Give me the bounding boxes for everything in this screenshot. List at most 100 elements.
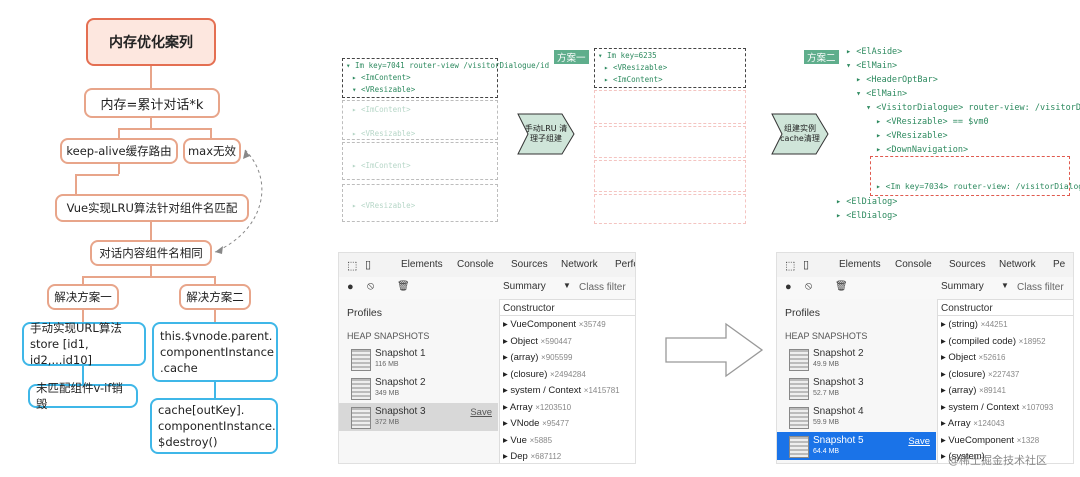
connector bbox=[150, 118, 152, 128]
clear-icon[interactable]: ⦸ bbox=[805, 280, 812, 293]
constructor-row[interactable]: ▸ (closure) ×227437 bbox=[941, 369, 1019, 380]
snapshot-name: Snapshot 3 bbox=[813, 377, 864, 388]
profiles-sidebar: Profiles HEAP SNAPSHOTS Snapshot 1 116 MB… bbox=[339, 299, 500, 463]
connector bbox=[150, 66, 152, 88]
tab-network[interactable]: Network bbox=[561, 259, 598, 270]
constructor-count: ×687112 bbox=[530, 452, 562, 461]
tab-console[interactable]: Console bbox=[895, 259, 932, 270]
snapshot-size: 372 MB bbox=[375, 419, 400, 426]
scheme2-node: 解决方案二 bbox=[179, 284, 251, 310]
profiles-heading: Profiles bbox=[785, 307, 821, 319]
constructor-name: ▸ (closure) bbox=[941, 368, 988, 380]
tab-console[interactable]: Console bbox=[457, 259, 494, 270]
constructor-count: ×95477 bbox=[542, 419, 570, 428]
scheme1-vif: 未匹配组件v-if销毁 bbox=[28, 381, 138, 411]
connector bbox=[118, 128, 212, 130]
record-icon[interactable]: ● bbox=[347, 281, 354, 293]
snapshot-icon bbox=[351, 349, 371, 371]
tab-sources[interactable]: Sources bbox=[949, 259, 986, 270]
tab-performance[interactable]: Pe bbox=[1053, 259, 1065, 270]
watermark: @稀土掘金技术社区 bbox=[948, 454, 1047, 467]
connector bbox=[150, 266, 152, 276]
snapshot-item[interactable]: Snapshot 2 49.9 MB bbox=[777, 345, 936, 373]
inspect-icon[interactable]: ⬚ bbox=[347, 259, 357, 272]
connector bbox=[214, 382, 216, 398]
constructor-name: ▸ VNode bbox=[503, 418, 543, 429]
constructor-row[interactable]: ▸ (array) ×89141 bbox=[941, 385, 1006, 396]
snapshot-item[interactable]: Snapshot 2 349 MB bbox=[339, 374, 498, 402]
snapshot-item[interactable]: Snapshot 3 52.7 MB bbox=[777, 374, 936, 402]
tree-line: ▸ <HeaderOptBar> bbox=[856, 75, 938, 85]
clear-icon[interactable]: ⦸ bbox=[367, 280, 374, 293]
summary-select[interactable]: Summary bbox=[941, 281, 984, 292]
constructor-row[interactable]: ▸ Vue ×5885 bbox=[503, 435, 552, 446]
save-link[interactable]: Save bbox=[470, 407, 492, 418]
constructor-row[interactable]: ▸ VueComponent ×1328 bbox=[941, 435, 1039, 446]
devtools-toolbar: ● ⦸ 🗑 Summary ▼ Class filter bbox=[777, 277, 1073, 300]
tree-line: ▸ <ImContent> bbox=[352, 73, 411, 82]
snapshot-item-selected[interactable]: Snapshot 5 64.4 MB Save bbox=[777, 432, 936, 460]
trash-icon[interactable]: 🗑 bbox=[835, 281, 848, 292]
constructor-count: ×44251 bbox=[980, 320, 1008, 329]
tree-line: ▸ <VResizable> == $vm0 bbox=[876, 117, 989, 127]
snapshot-icon bbox=[351, 407, 371, 429]
tree-line: ▾ Im key=7041 router-view /visitorDialog… bbox=[346, 61, 550, 70]
constructor-name: ▸ (array) bbox=[503, 352, 542, 363]
constructor-row[interactable]: ▸ Array ×1203510 bbox=[503, 402, 571, 413]
constructor-count: ×1203510 bbox=[535, 402, 572, 412]
scheme-two-label: 方案二 bbox=[804, 50, 839, 64]
class-filter-input[interactable]: Class filter bbox=[1017, 282, 1064, 293]
record-icon[interactable]: ● bbox=[785, 281, 792, 293]
snapshot-size: 116 MB bbox=[375, 361, 399, 368]
trash-icon[interactable]: 🗑 bbox=[397, 281, 410, 292]
devtools-after: ⬚ ▯ Elements Console Sources Network Pe … bbox=[776, 252, 1074, 464]
device-icon[interactable]: ▯ bbox=[365, 258, 371, 271]
tab-network[interactable]: Network bbox=[999, 259, 1036, 270]
constructor-row[interactable]: ▸ (closure) ×2494284 bbox=[503, 369, 586, 380]
constructor-row[interactable]: ▸ Object ×52616 bbox=[941, 352, 1005, 363]
constructor-row[interactable]: ▸ Array ×124043 bbox=[941, 418, 1005, 429]
constructor-row[interactable]: ▸ system / Context ×1415781 bbox=[503, 385, 620, 396]
constructor-count: ×2494284 bbox=[550, 369, 586, 379]
constructor-row[interactable]: ▸ Object ×590447 bbox=[503, 336, 572, 347]
constructor-name: ▸ system / Context bbox=[503, 385, 584, 396]
constructor-row[interactable]: ▸ (compiled code) ×18952 bbox=[941, 336, 1046, 347]
snapshot-item[interactable]: Snapshot 4 59.9 MB bbox=[777, 403, 936, 431]
inspect-icon[interactable]: ⬚ bbox=[785, 259, 795, 272]
snapshot-item[interactable]: Snapshot 3 372 MB Save bbox=[339, 403, 498, 431]
tab-sources[interactable]: Sources bbox=[511, 259, 548, 270]
constructor-count: ×1415781 bbox=[583, 386, 620, 395]
tree-line: ▸ <Im key=7034> router-view: /visitorDia… bbox=[876, 182, 1080, 191]
formula-node: 内存=累计对话*k bbox=[84, 88, 220, 118]
connector bbox=[214, 276, 216, 284]
constructor-row[interactable]: ▸ VueComponent ×35749 bbox=[503, 319, 606, 330]
constructor-count: ×107093 bbox=[1021, 402, 1054, 412]
constructor-row[interactable]: ▸ (string) ×44251 bbox=[941, 319, 1008, 330]
tree-line: ▸ <VResizable> bbox=[352, 201, 416, 210]
connector bbox=[214, 310, 216, 322]
scheme1-detail: 手动实现URL算法 store [id1, id2,...id10] bbox=[22, 321, 146, 367]
profiles-sidebar: Profiles HEAP SNAPSHOTS Snapshot 2 49.9 M… bbox=[777, 299, 938, 463]
connector bbox=[82, 276, 84, 284]
tab-performance[interactable]: Perfo bbox=[615, 259, 635, 270]
connector bbox=[118, 164, 120, 174]
snapshot-name: Snapshot 2 bbox=[813, 348, 864, 359]
tree-line: ▾ Im key=6235 bbox=[598, 51, 657, 60]
tab-elements[interactable]: Elements bbox=[401, 259, 443, 270]
device-icon[interactable]: ▯ bbox=[803, 258, 809, 271]
constructor-row[interactable]: ▸ (array) ×905599 bbox=[503, 352, 572, 363]
constructor-count: ×227437 bbox=[988, 369, 1020, 379]
connector bbox=[75, 174, 119, 176]
class-filter-input[interactable]: Class filter bbox=[579, 282, 626, 293]
summary-select[interactable]: Summary bbox=[503, 281, 546, 292]
snapshot-item[interactable]: Snapshot 1 116 MB bbox=[339, 345, 498, 373]
constructor-count: ×18952 bbox=[1018, 336, 1046, 346]
tab-elements[interactable]: Elements bbox=[839, 259, 881, 270]
constructor-name: ▸ (compiled code) bbox=[941, 335, 1019, 347]
constructor-name: ▸ Dep bbox=[503, 451, 531, 462]
constructor-row[interactable]: ▸ Dep ×687112 bbox=[503, 451, 561, 462]
constructor-row[interactable]: ▸ system / Context ×107093 bbox=[941, 402, 1053, 413]
keepalive-node: keep-alive缓存路由 bbox=[60, 138, 178, 164]
constructor-row[interactable]: ▸ VNode ×95477 bbox=[503, 418, 569, 429]
save-link[interactable]: Save bbox=[908, 436, 930, 447]
